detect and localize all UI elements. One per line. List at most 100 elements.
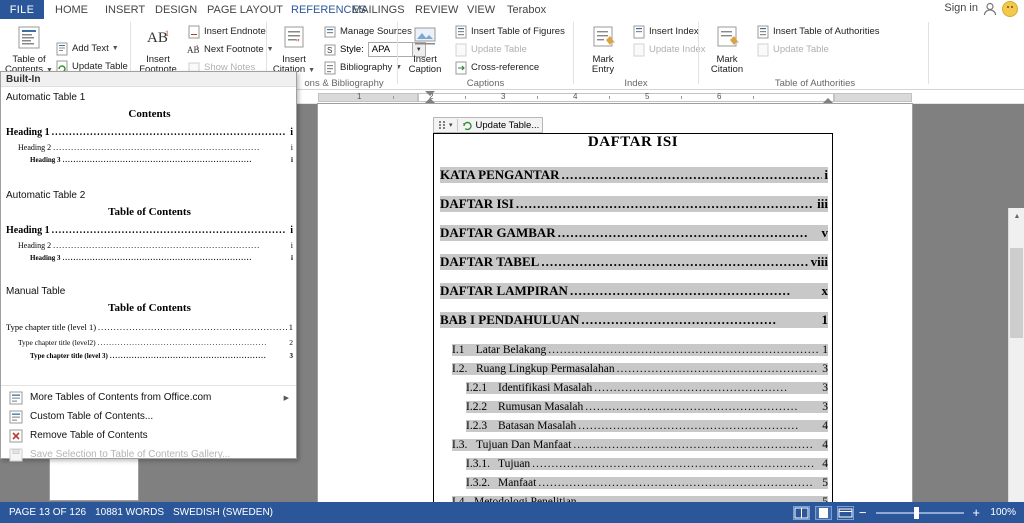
mark-entry-button[interactable]: Mark Entry bbox=[576, 24, 630, 75]
toc-entry-3[interactable]: DAFTAR TABEL ...........................… bbox=[440, 254, 828, 270]
tab-file[interactable]: FILE bbox=[0, 0, 44, 19]
insert-index-button[interactable]: Insert Index bbox=[632, 24, 699, 39]
insert-index-label: Insert Index bbox=[649, 26, 699, 37]
tab-design[interactable]: DESIGN bbox=[148, 0, 204, 19]
toc-entry-2[interactable]: DAFTAR GAMBAR ..........................… bbox=[440, 225, 828, 241]
scrollbar-thumb[interactable] bbox=[1010, 248, 1023, 338]
toc-entry-12[interactable]: I.3.1. Tujuan ..........................… bbox=[466, 458, 828, 470]
update-table-figures-icon bbox=[454, 43, 468, 57]
svg-text:1: 1 bbox=[165, 29, 169, 38]
zoom-percent[interactable]: 100% bbox=[986, 507, 1016, 518]
status-words[interactable]: 10881 WORDS bbox=[95, 507, 164, 518]
toc-entry-3-text: DAFTAR TABEL bbox=[440, 254, 540, 269]
read-mode-button[interactable] bbox=[792, 505, 810, 520]
toc-entry-7[interactable]: I.2. Ruang Lingkup Permasalahan ........… bbox=[452, 363, 828, 375]
update-table-authorities-icon bbox=[756, 43, 770, 57]
table-of-contents-button[interactable]: Table of Contents▼ bbox=[2, 24, 56, 76]
gallery-command-more-tocs[interactable]: More Tables of Contents from Office.com … bbox=[1, 388, 296, 407]
update-table-control-label: Update Table... bbox=[475, 119, 540, 131]
insert-citation-button[interactable]: " Insert Citation ▼ bbox=[267, 24, 321, 76]
gallery-item-manual-table[interactable]: Table of Contents Type chapter title (le… bbox=[6, 302, 293, 378]
next-footnote-button[interactable]: AB 1 Next Footnote ▼ bbox=[187, 42, 274, 57]
gallery-command-save-selection[interactable]: Save Selection to Table of Contents Gall… bbox=[1, 445, 296, 464]
insert-footnote-button[interactable]: AB 1 Insert Footnote bbox=[131, 24, 185, 75]
gallery-item-manual-table-label[interactable]: Manual Table bbox=[6, 286, 65, 297]
preview-3-row-0: Type chapter title (level 1) ...........… bbox=[6, 322, 293, 332]
tab-review[interactable]: REVIEW bbox=[408, 0, 465, 19]
update-table-authorities-label: Update Table bbox=[773, 44, 829, 55]
gallery-item-automatic-table-1-label[interactable]: Automatic Table 1 bbox=[6, 92, 85, 103]
insert-caption-button[interactable]: Insert Caption bbox=[398, 24, 452, 75]
status-page[interactable]: PAGE 13 OF 126 bbox=[9, 507, 86, 518]
toc-entry-5[interactable]: BAB I PENDAHULUAN ......................… bbox=[440, 312, 828, 328]
table-of-contents-gallery[interactable]: Built-In Automatic Table 1 Contents Head… bbox=[0, 71, 297, 461]
document-page[interactable]: ▾ Update Table... DAFTAR ISI KATA PENGAN… bbox=[318, 104, 912, 508]
toc-entry-8[interactable]: I.2.1 Identifikasi Masalah .............… bbox=[466, 382, 828, 394]
add-text-button[interactable]: Add Text ▼ bbox=[55, 41, 119, 56]
add-text-label: Add Text bbox=[72, 43, 109, 54]
update-table-authorities-button[interactable]: Update Table bbox=[756, 42, 829, 57]
ruler-number-6: 6 bbox=[717, 92, 722, 101]
ruler-margin-left bbox=[318, 93, 418, 102]
toc-entry-6-number: I.1 bbox=[452, 344, 465, 356]
gallery-item-automatic-table-2[interactable]: Table of Contents Heading 1 ............… bbox=[6, 206, 293, 282]
vertical-scrollbar[interactable]: ▲ ▼ bbox=[1008, 208, 1024, 523]
toc-entry-4[interactable]: DAFTAR LAMPIRAN ........................… bbox=[440, 283, 828, 299]
tab-mailings[interactable]: MAILINGS bbox=[345, 0, 412, 19]
insert-table-of-authorities-button[interactable]: Insert Table of Authorities bbox=[756, 24, 880, 39]
right-indent-marker[interactable] bbox=[823, 98, 833, 103]
toc-entry-7-text: Ruang Lingkup Permasalahan bbox=[476, 363, 615, 375]
tab-home[interactable]: HOME bbox=[48, 0, 95, 19]
toc-entry-8-text: Identifikasi Masalah bbox=[498, 382, 593, 394]
toc-entry-10[interactable]: I.2.3 Batasan Masalah ..................… bbox=[466, 420, 828, 432]
insert-table-of-figures-button[interactable]: Insert Table of Figures bbox=[454, 24, 565, 39]
update-index-button[interactable]: Update Index bbox=[632, 42, 706, 57]
gallery-item-automatic-table-1[interactable]: Contents Heading 1 .....................… bbox=[6, 108, 293, 184]
ribbon-group-table-of-authorities: Mark Citation Insert Table of Authoritie… bbox=[700, 19, 930, 90]
insert-endnote-button[interactable]: Insert Endnote bbox=[187, 24, 266, 39]
web-layout-button[interactable] bbox=[836, 505, 854, 520]
scroll-up-icon[interactable]: ▲ bbox=[1009, 208, 1024, 224]
print-layout-button[interactable] bbox=[814, 505, 832, 520]
toc-entry-1[interactable]: DAFTAR ISI .............................… bbox=[440, 196, 828, 212]
tab-view[interactable]: VIEW bbox=[460, 0, 502, 19]
toc-entry-11-page: 4 bbox=[822, 439, 828, 451]
tab-terabox[interactable]: Terabox bbox=[500, 0, 553, 19]
update-table-figures-button[interactable]: Update Table bbox=[454, 42, 527, 57]
gallery-command-remove-toc[interactable]: Remove Table of Contents bbox=[1, 426, 296, 445]
custom-toc-icon bbox=[8, 409, 24, 425]
drag-handle-icon[interactable] bbox=[437, 119, 447, 131]
toc-entry-7-page: 3 bbox=[822, 363, 828, 375]
first-line-indent-marker[interactable] bbox=[425, 91, 435, 96]
toc-entry-6[interactable]: I.1 Latar Belakang .....................… bbox=[452, 344, 828, 356]
toc-entry-13[interactable]: I.3.2. Manfaat .........................… bbox=[466, 477, 828, 489]
update-table-control-button[interactable]: Update Table... bbox=[462, 119, 540, 131]
account-icon[interactable] bbox=[982, 1, 998, 17]
toc-content-control[interactable]: ▾ Update Table... bbox=[433, 117, 544, 133]
toc-entry-0[interactable]: KATA PENGANTAR .........................… bbox=[440, 167, 828, 183]
cross-reference-button[interactable]: Cross-reference bbox=[454, 60, 539, 75]
tab-insert[interactable]: INSERT bbox=[98, 0, 152, 19]
bibliography-button[interactable]: Bibliography ▼ bbox=[323, 60, 402, 75]
sign-in-link[interactable]: Sign in bbox=[944, 2, 978, 14]
toc-dropdown-arrow-icon[interactable]: ▾ bbox=[449, 121, 453, 129]
status-language[interactable]: SWEDISH (SWEDEN) bbox=[173, 507, 273, 518]
gallery-item-automatic-table-2-label[interactable]: Automatic Table 2 bbox=[6, 190, 85, 201]
mark-citation-button[interactable]: Mark Citation bbox=[700, 24, 754, 75]
preview-2-row-2-page: i bbox=[291, 254, 293, 262]
hanging-indent-marker[interactable] bbox=[425, 98, 435, 103]
zoom-in-button[interactable]: + bbox=[972, 506, 980, 519]
toc-entry-11[interactable]: I.3. Tujuan Dan Manfaat ................… bbox=[452, 439, 828, 451]
zoom-slider[interactable] bbox=[876, 506, 965, 519]
zoom-out-button[interactable]: − bbox=[859, 506, 867, 519]
feedback-smiley-icon[interactable] bbox=[1002, 1, 1018, 17]
office-online-icon bbox=[8, 390, 24, 406]
toc-entry-5-text: BAB I PENDAHULUAN bbox=[440, 312, 580, 327]
tab-page-layout[interactable]: PAGE LAYOUT bbox=[200, 0, 290, 19]
preview-2-row-0-text: Heading 1 bbox=[6, 225, 50, 236]
toc-entry-9[interactable]: I.2.2 Rumusan Masalah ..................… bbox=[466, 401, 828, 413]
preview-2-row-1: Heading 2 ..............................… bbox=[18, 241, 293, 250]
preview-1-row-0-page: i bbox=[290, 127, 293, 138]
zoom-slider-thumb[interactable] bbox=[914, 506, 920, 519]
gallery-command-custom-toc[interactable]: Custom Table of Contents... bbox=[1, 407, 296, 426]
